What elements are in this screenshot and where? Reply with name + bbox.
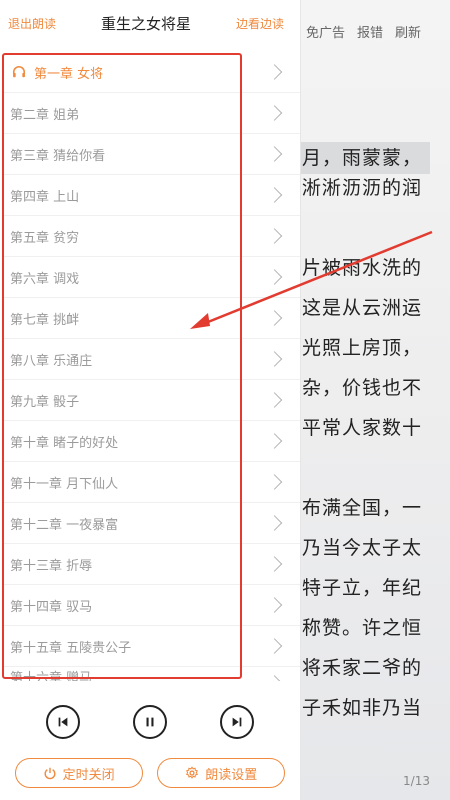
chapter-label: 第九章 骰子 bbox=[10, 394, 80, 410]
chapter-label: 第一章 女将 bbox=[34, 66, 104, 82]
reader-line: 乃当今太子太 bbox=[302, 537, 423, 559]
chapter-item-5[interactable]: 第五章 贫穷 bbox=[2, 216, 300, 257]
chapter-drawer: 退出朗读 重生之女将星 边看边读 第一章 女将 第二章 姐弟 第三章 猜给你看 … bbox=[0, 0, 301, 800]
chapter-label: 第十二章 一夜暴富 bbox=[10, 517, 119, 533]
reader-line: 子禾如非乃当 bbox=[302, 697, 423, 719]
chapter-label: 第三章 猜给你看 bbox=[10, 148, 106, 164]
chapter-label: 第十四章 驭马 bbox=[10, 599, 93, 615]
chevron-right-icon bbox=[266, 392, 283, 408]
reader-toolbar: 免广告 报错 刷新 bbox=[306, 22, 450, 46]
chapter-label: 第八章 乐通庄 bbox=[10, 353, 93, 369]
chapter-item-7[interactable]: 第七章 挑衅 bbox=[2, 298, 300, 339]
reader-line: 特子立，年纪 bbox=[302, 577, 423, 599]
chevron-right-icon bbox=[266, 474, 283, 490]
chevron-right-icon bbox=[266, 146, 283, 162]
reader-line: 称赞。许之恒 bbox=[302, 617, 423, 639]
power-icon bbox=[44, 767, 56, 780]
chevron-right-icon bbox=[266, 228, 283, 244]
pause-button[interactable] bbox=[132, 705, 167, 739]
chapter-label: 第十章 睹子的好处 bbox=[10, 435, 119, 451]
skip-previous-icon bbox=[58, 717, 68, 727]
chapter-label: 第六章 调戏 bbox=[10, 271, 80, 287]
reading-settings-button[interactable]: 朗读设置 bbox=[157, 758, 286, 788]
reader-line: 将禾家二爷的 bbox=[302, 657, 423, 679]
page-indicator: 1/13 bbox=[403, 774, 430, 788]
headphone-icon bbox=[12, 66, 26, 78]
chapter-item-12[interactable]: 第十二章 一夜暴富 bbox=[2, 503, 300, 544]
chapter-item-11[interactable]: 第十一章 月下仙人 bbox=[2, 462, 300, 503]
chevron-right-icon bbox=[266, 638, 283, 654]
remove-ads-button[interactable]: 免广告 bbox=[306, 22, 345, 46]
refresh-button[interactable]: 刷新 bbox=[395, 22, 421, 46]
report-error-button[interactable]: 报错 bbox=[357, 22, 383, 46]
chapter-item-13[interactable]: 第十三章 折辱 bbox=[2, 544, 300, 585]
drawer-header: 退出朗读 重生之女将星 边看边读 bbox=[0, 0, 300, 46]
chapter-item-3[interactable]: 第三章 猜给你看 bbox=[2, 134, 300, 175]
chapter-item-15[interactable]: 第十五章 五陵贵公子 bbox=[2, 626, 300, 667]
reader-line: 这是从云洲运 bbox=[302, 297, 423, 319]
chapter-item-6[interactable]: 第六章 调戏 bbox=[2, 257, 300, 298]
chapter-item-10[interactable]: 第十章 睹子的好处 bbox=[2, 421, 300, 462]
chapter-item-16[interactable]: 第十六章 赠马 bbox=[2, 667, 300, 681]
reader-line: 布满全国，一 bbox=[302, 497, 423, 519]
chapter-label: 第五章 贫穷 bbox=[10, 230, 80, 246]
exit-reading-button[interactable]: 退出朗读 bbox=[8, 15, 56, 32]
reading-page: 免广告 报错 刷新 月，雨蒙蒙， 淅淅沥沥的润 片被雨水洗的 这是从云洲运 光照… bbox=[300, 0, 450, 800]
chapter-label: 第二章 姐弟 bbox=[10, 107, 80, 123]
chapter-label: 第十六章 赠马 bbox=[10, 671, 93, 681]
chapter-item-9[interactable]: 第九章 骰子 bbox=[2, 380, 300, 421]
chapter-label: 第十一章 月下仙人 bbox=[10, 476, 119, 492]
reader-line-gap bbox=[300, 208, 450, 248]
chevron-right-icon bbox=[266, 351, 283, 367]
chapter-label: 第七章 挑衅 bbox=[10, 312, 80, 328]
chapter-list[interactable]: 第一章 女将 第二章 姐弟 第三章 猜给你看 第四章 上山 第五章 贫穷 第六章… bbox=[2, 52, 300, 681]
chevron-right-icon bbox=[266, 310, 283, 326]
chevron-right-icon bbox=[266, 515, 283, 531]
next-chapter-button[interactable] bbox=[219, 705, 254, 739]
chevron-right-icon bbox=[266, 269, 283, 285]
chapter-item-8[interactable]: 第八章 乐通庄 bbox=[2, 339, 300, 380]
chevron-right-icon bbox=[266, 64, 283, 80]
chapter-item-4[interactable]: 第四章 上山 bbox=[2, 175, 300, 216]
gear-icon bbox=[186, 766, 199, 779]
timer-close-button[interactable]: 定时关闭 bbox=[14, 758, 143, 788]
chevron-right-icon bbox=[266, 433, 283, 449]
reading-settings-label: 朗读设置 bbox=[205, 767, 258, 783]
reader-line: 片被雨水洗的 bbox=[302, 257, 423, 279]
reader-line: 淅淅沥沥的润 bbox=[302, 177, 423, 199]
chapter-item-14[interactable]: 第十四章 驭马 bbox=[2, 585, 300, 626]
chevron-right-icon bbox=[266, 556, 283, 572]
chapter-label: 第十五章 五陵贵公子 bbox=[10, 640, 132, 656]
chevron-right-icon bbox=[266, 187, 283, 203]
reader-text: 月，雨蒙蒙， 淅淅沥沥的润 片被雨水洗的 这是从云洲运 光照上房顶， 杂，价钱也… bbox=[300, 142, 450, 728]
chevron-right-icon bbox=[266, 675, 283, 681]
reader-line: 杂，价钱也不 bbox=[302, 377, 423, 399]
chapter-label: 第四章 上山 bbox=[10, 189, 80, 205]
read-while-listen-button[interactable]: 边看边读 bbox=[236, 15, 284, 32]
skip-next-icon bbox=[232, 717, 242, 727]
timer-close-label: 定时关闭 bbox=[62, 767, 115, 783]
chapter-item-2[interactable]: 第二章 姐弟 bbox=[2, 93, 300, 134]
playback-controls bbox=[0, 700, 300, 744]
book-title: 重生之女将星 bbox=[100, 14, 191, 33]
chapter-item-1[interactable]: 第一章 女将 bbox=[2, 52, 300, 93]
chevron-right-icon bbox=[266, 105, 283, 121]
previous-chapter-button[interactable] bbox=[46, 705, 81, 739]
chevron-right-icon bbox=[266, 597, 283, 613]
bottom-actions: 定时关闭 朗读设置 bbox=[0, 758, 300, 792]
chapter-label: 第十三章 折辱 bbox=[10, 558, 93, 574]
reader-line: 平常人家数十 bbox=[302, 417, 423, 439]
pause-icon bbox=[146, 717, 154, 727]
reader-line-gap bbox=[300, 448, 450, 488]
reader-line: 光照上房顶， bbox=[302, 337, 423, 359]
